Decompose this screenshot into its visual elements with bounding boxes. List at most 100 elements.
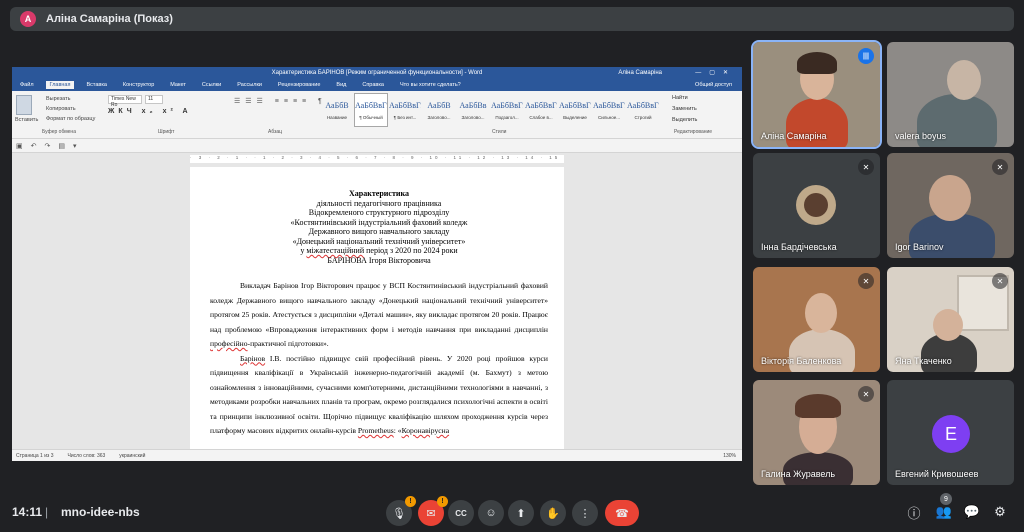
editing-group-label: Редактирование [674,129,713,135]
find-button[interactable]: Найти [672,95,697,101]
tab-view[interactable]: Вид [332,81,350,89]
redo-icon[interactable]: ↷ [45,142,51,150]
text-format-buttons[interactable]: ЖКЧ x₂ x² A [108,108,192,115]
meeting-code[interactable]: mno-idee-nbs [61,505,140,519]
styles-group-label: Стили [492,129,507,135]
captions-button[interactable]: CC [448,500,474,526]
leave-call-button[interactable]: ☎ [605,500,639,526]
emoji-icon: ☺ [485,507,497,519]
participant-name: Аліна Самаріна [761,131,827,141]
mic-off-icon: ✕ [992,159,1008,175]
doc-line: «Костянтинівський індустріальний фаховий… [290,217,468,227]
tab-mailings[interactable]: Рассылки [233,81,266,89]
font-name-select[interactable]: Times New Ro [108,95,142,108]
paste-label[interactable]: Вставить [15,117,38,123]
warning-badge: ! [405,496,416,507]
info-icon: ⓘ [907,505,921,521]
participant-name: Яна Ткаченко [895,356,952,366]
style-no-spacing[interactable]: АаБбВвГг ¶ Без инт... [388,93,422,127]
microphone-icon: 🎙 [392,507,406,520]
font-size-select[interactable]: 11 [145,95,163,104]
camera-button[interactable]: ✉ ! [418,496,448,526]
style-normal[interactable]: АаБбВвГг ¶ Обычный [354,93,388,127]
participant-tile[interactable]: ||| Аліна Самаріна [751,40,882,149]
style-heading-2[interactable]: АаБбВв Заголово... [456,93,490,127]
word-user-name: Аліна Самаріна [618,70,662,76]
mic-button[interactable]: 🎙 ! [386,496,416,526]
style-subtle-emphasis[interactable]: АаБбВвГг Слабое в... [524,93,558,127]
style-intense-emphasis[interactable]: АаБбВвГг Сильное... [592,93,626,127]
word-status-bar: Страница 1 из 3 Число слов: 363 украинск… [12,449,742,461]
meeting-info-button[interactable]: ⓘ [904,502,924,522]
participant-name: valera boyus [895,131,947,141]
undo-icon[interactable]: ↶ [31,142,37,150]
document-area: · 3 · 2 · 1 · · 1 · 2 · 3 · 4 · 5 · 6 · … [12,153,742,457]
tab-insert[interactable]: Вставка [82,81,110,89]
select-button[interactable]: Выделить [672,117,697,123]
warning-badge: ! [437,496,448,507]
emoji-button[interactable]: ☺ [478,500,504,526]
style-heading-1[interactable]: АаБбВ Заголово... [422,93,456,127]
doc-line: «Донецький національний технічний універ… [292,236,466,246]
activities-button[interactable]: ⚙ [990,502,1010,522]
font-group-label: Шрифт [158,129,175,135]
speaking-icon: ||| [858,48,874,64]
tab-help[interactable]: Справка [358,81,388,89]
format-painter-button[interactable]: Формат по образцу [46,116,95,122]
participant-tile[interactable]: ✕ Вікторія Баленкова [753,267,880,372]
mic-off-icon: ✕ [858,159,874,175]
format-icon[interactable]: ▤ [58,142,65,150]
cut-button[interactable]: Вырезать [46,96,70,102]
tab-layout[interactable]: Макет [166,81,190,89]
style-title[interactable]: АаБбВ Название [320,93,354,127]
tell-me-box[interactable]: Что вы хотите сделать? [400,82,461,88]
document-page[interactable]: Характеристика діяльності педагогічного … [190,167,564,457]
participant-tile[interactable]: ✕ Яна Ткаченко [887,267,1014,372]
tab-file[interactable]: Файл [16,81,38,89]
mic-off-icon: ✕ [858,273,874,289]
presenter-avatar: A [20,11,36,27]
raise-hand-button[interactable]: ✋ [540,500,566,526]
participant-tile[interactable]: ✕ Галина Журавель [753,380,880,485]
copy-button[interactable]: Копировать [46,106,76,112]
tab-review[interactable]: Рецензирование [274,81,324,89]
tab-home[interactable]: Главная [45,81,75,89]
tab-design[interactable]: Конструктор [119,81,158,89]
people-button[interactable]: 👥 [934,502,954,522]
captions-icon: CC [455,508,467,518]
status-zoom[interactable]: 130% [723,453,736,459]
quick-access-toolbar: ▣ ↶ ↷ ▤ ▾ [12,139,742,153]
more-vert-icon: ⋮ [579,507,591,520]
word-title-bar: Характеристика БАРІНОВ [Режим ограниченн… [12,67,742,79]
participant-tile[interactable]: valera boyus [887,42,1014,147]
clipboard-group-label: Буфер обмена [42,129,76,135]
paragraph-buttons[interactable]: ☰☰☰ ≡≡≡≡ ¶ [234,97,327,105]
participant-tile[interactable]: ✕ Igor Barinov [887,153,1014,258]
style-emphasis[interactable]: АаБбВвГг Выделение [558,93,592,127]
tab-references[interactable]: Ссылки [198,81,225,89]
window-controls[interactable]: —▢✕ [695,69,736,76]
more-options-button[interactable]: ⋮ [572,500,598,526]
clock: 14:11 [12,505,43,519]
participant-avatar: E [932,415,970,453]
doc-line: Відокремленого структурного підрозділу [308,208,450,217]
activities-icon: ⚙ [994,504,1006,519]
status-words: Число слов: 363 [67,452,106,459]
save-icon[interactable]: ▣ [16,142,23,150]
chat-button[interactable]: 💬 [962,502,982,522]
hangup-icon: ☎ [615,507,629,520]
style-subtitle[interactable]: АаБбВвГг Подзагол... [490,93,524,127]
participant-avatar [796,185,836,225]
participant-name: Галина Журавель [761,469,836,479]
participant-tile[interactable]: E Евгений Кривошеев [887,380,1014,485]
mic-off-icon: ✕ [992,273,1008,289]
participant-tile[interactable]: ✕ Інна Бардічевська [753,153,880,258]
paste-icon[interactable] [16,95,32,115]
presenter-banner: A Аліна Самаріна (Показ) [10,7,1014,31]
doc-heading: Характеристика [349,189,409,198]
customize-icon[interactable]: ▾ [73,142,77,150]
style-strong[interactable]: АаБбВвГг Строгий [626,93,660,127]
replace-button[interactable]: Заменить [672,106,697,112]
share-button[interactable]: Общий доступ [695,82,732,88]
present-button[interactable]: ⬆ [508,500,534,526]
